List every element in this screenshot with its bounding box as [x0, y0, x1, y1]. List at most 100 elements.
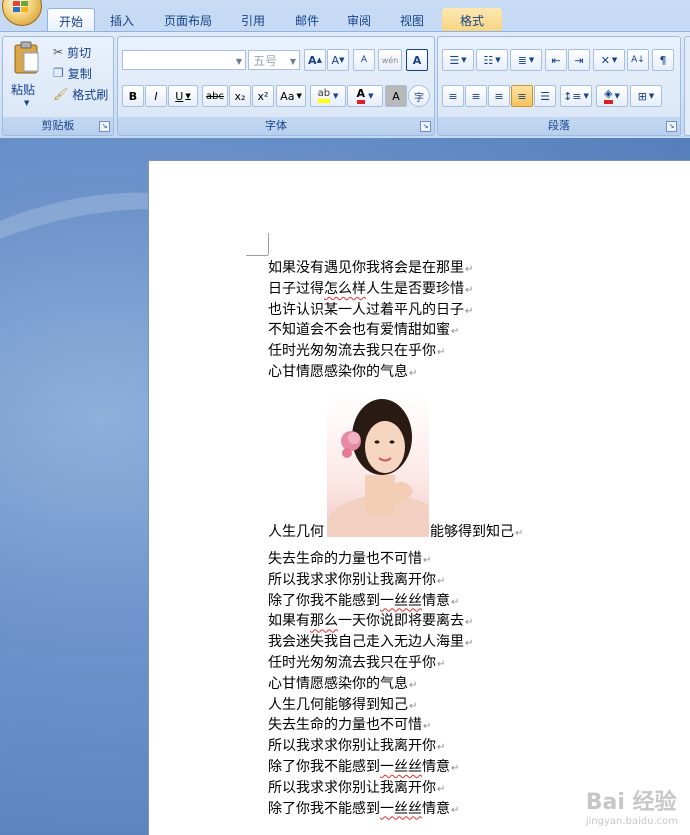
sort-button[interactable]: A↓: [627, 49, 649, 71]
tab-page-layout[interactable]: 页面布局: [155, 8, 221, 32]
brush-icon: 🖌: [53, 87, 69, 101]
line-spacing-button[interactable]: ↕≡ ▼: [560, 85, 592, 107]
italic-button[interactable]: I: [145, 85, 167, 107]
image-line: 人生几何 能够得到知己↵: [268, 522, 523, 542]
underline-button[interactable]: U ▼: [168, 85, 198, 107]
chevron-down-icon: ▼: [528, 56, 535, 64]
justify-button[interactable]: ≡: [511, 85, 533, 107]
subscript-icon: x₂: [234, 89, 246, 103]
enclose-char-icon: 字: [414, 92, 424, 104]
spellcheck-mark: 一丝丝: [380, 800, 422, 817]
tab-view[interactable]: 视图: [390, 8, 434, 32]
lyric-line: 我会迷失我自己走入无边人海里↵: [268, 632, 473, 652]
lyric-text: 我会迷失我自己走入无边人海里: [268, 634, 464, 651]
clear-format-button[interactable]: A: [353, 49, 375, 71]
lyric-line: 除了你我不能感到一丝丝情意↵: [268, 757, 459, 777]
paragraph-mark-icon: ↵: [451, 763, 460, 774]
paint-bucket-icon: ◈: [604, 88, 613, 104]
chevron-down-icon: ▼: [648, 92, 655, 100]
spellcheck-mark: 那么: [310, 613, 338, 630]
copy-label: 复制: [67, 66, 92, 81]
decrease-indent-button[interactable]: ⇤: [545, 49, 567, 71]
chinese-layout-button[interactable]: ✕ ▼: [593, 49, 625, 71]
align-right-button[interactable]: ≡: [488, 85, 510, 107]
align-center-icon: ≡: [471, 89, 481, 103]
dialog-launcher-icon[interactable]: ↘: [99, 121, 110, 132]
margin-corner-mark: [246, 255, 268, 256]
numbering-button[interactable]: ☷ ▼: [476, 49, 508, 71]
tab-references[interactable]: 引用: [231, 8, 275, 32]
paragraph-mark-icon: ↵: [437, 659, 446, 670]
align-center-button[interactable]: ≡: [465, 85, 487, 107]
lyric-line: 任时光匆匆流去我只在乎你↵: [268, 653, 445, 673]
dialog-launcher-icon[interactable]: ↘: [420, 121, 431, 132]
lyric-text: 不知道会不会也有爱情甜如蜜: [268, 322, 450, 339]
align-left-button[interactable]: ≡: [442, 85, 464, 107]
paste-button[interactable]: 粘贴 ▼: [8, 41, 46, 111]
lyric-text: 所以我求求你别让我离开你: [268, 571, 436, 588]
char-shading-button[interactable]: A: [385, 85, 407, 107]
shading-button[interactable]: ◈ ▼: [596, 85, 628, 107]
chevron-down-icon: ▼: [461, 56, 467, 64]
grow-font-button[interactable]: A ▲: [304, 49, 326, 71]
lyric-line: 所以我求求你别让我离开你↵: [268, 778, 445, 798]
phonetic-guide-button[interactable]: wén: [378, 49, 402, 71]
lyric-text: 心甘情愿感染你的气息: [268, 364, 408, 380]
increase-indent-icon: ⇥: [574, 53, 584, 67]
tab-mailings[interactable]: 邮件: [285, 8, 329, 32]
increase-indent-button[interactable]: ⇥: [568, 49, 590, 71]
bold-button[interactable]: B: [122, 85, 144, 107]
paragraph-group-label: 段落: [438, 117, 680, 135]
font-color-button[interactable]: A ▼: [347, 85, 383, 107]
paragraph-mark-icon: ↵: [515, 528, 524, 539]
image-line-after: 能够得到知己: [430, 524, 514, 540]
paragraph-mark-icon: ↵: [437, 575, 446, 587]
lyric-line: 不知道会不会也有爱情甜如蜜↵: [268, 320, 459, 340]
next-group-edge: [684, 36, 690, 136]
tab-insert[interactable]: 插入: [99, 8, 145, 32]
lyric-text: 所以我求求你别让我离开你: [268, 779, 436, 796]
font-size-combo[interactable]: 五号 ▼: [248, 50, 300, 70]
grow-font-icon: A: [308, 53, 317, 67]
lyric-text: 失去生命的力量也不可惜: [268, 717, 422, 734]
copy-button[interactable]: ❐ 复制: [53, 64, 92, 82]
dialog-launcher-icon[interactable]: ↘: [666, 121, 677, 132]
bold-icon: B: [128, 89, 138, 103]
paste-label: 粘贴: [11, 83, 36, 97]
lyric-line: 失去生命的力量也不可惜↵: [268, 549, 431, 569]
font-name-combo[interactable]: ▼: [122, 50, 246, 70]
chevron-down-icon: ▼: [185, 92, 191, 100]
multilevel-list-icon: ≣: [517, 53, 527, 67]
tab-home[interactable]: 开始: [47, 8, 95, 33]
strikethrough-button[interactable]: abc: [202, 85, 228, 107]
highlight-button[interactable]: ab ▼: [310, 85, 346, 107]
format-painter-button[interactable]: 🖌 格式刷: [53, 85, 108, 103]
chinese-layout-icon: ✕: [600, 53, 610, 67]
document-page[interactable]: 如果没有遇见你我将会是在那里↵ 日子过得怎么样人生是否要珍惜↵ 也许认识某一人过着平…: [149, 161, 690, 835]
enclose-char-button[interactable]: 字: [408, 85, 430, 107]
cut-button[interactable]: ✂ 剪切: [53, 43, 91, 61]
watermark: Bai 经验 jingyan.baidu.com: [586, 784, 678, 827]
subscript-button[interactable]: x₂: [229, 85, 251, 107]
shrink-font-button[interactable]: A ▼: [327, 49, 349, 71]
superscript-button[interactable]: x²: [252, 85, 274, 107]
lyric-text: 失去生命的力量也不可惜: [268, 551, 422, 567]
char-shading-icon: A: [392, 89, 400, 103]
change-case-button[interactable]: Aa ▼: [276, 85, 306, 107]
multilevel-list-button[interactable]: ≣ ▼: [510, 49, 542, 71]
chevron-down-icon: ▼: [235, 57, 242, 66]
borders-button[interactable]: ⊞ ▼: [630, 85, 662, 107]
portrait-image[interactable]: [327, 395, 429, 537]
bullet-list-icon: ☰: [449, 53, 460, 67]
lyric-text: 除了你我不能感到一丝丝情意: [268, 759, 450, 775]
show-marks-button[interactable]: ¶: [652, 49, 674, 71]
bullets-button[interactable]: ☰ ▼: [442, 49, 474, 71]
tab-format[interactable]: 格式: [442, 8, 502, 32]
paragraph-mark-icon: ↵: [465, 264, 474, 275]
lyric-text: 日子过得怎么样人生是否要珍惜: [268, 280, 464, 297]
char-border-button[interactable]: A: [406, 49, 428, 71]
tab-review[interactable]: 审阅: [337, 8, 381, 32]
paragraph-mark-icon: ↵: [451, 804, 460, 816]
distributed-button[interactable]: ☰: [534, 85, 556, 107]
align-right-icon: ≡: [494, 89, 504, 103]
